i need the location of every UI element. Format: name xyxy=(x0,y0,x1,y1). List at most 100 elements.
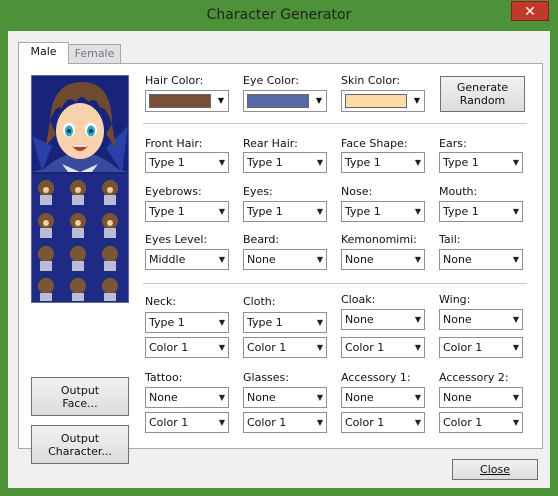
chevron-down-icon: ▼ xyxy=(512,418,519,427)
beard-label: Beard: xyxy=(243,233,280,246)
ears-label: Ears: xyxy=(439,137,467,150)
eyes-level-select[interactable]: Middle ▼ xyxy=(145,249,229,270)
chevron-down-icon: ▼ xyxy=(218,393,225,402)
tattoo-select[interactable]: None ▼ xyxy=(145,387,229,408)
accessory1-select[interactable]: None ▼ xyxy=(341,387,425,408)
skin-color-picker[interactable]: ▼ xyxy=(341,90,425,112)
skin-color-swatch xyxy=(345,94,407,108)
wing-select[interactable]: None ▼ xyxy=(439,309,523,330)
wing-color-select[interactable]: Color 1 ▼ xyxy=(439,337,523,358)
window-title: Character Generator xyxy=(206,7,352,23)
eyebrows-select[interactable]: Type 1 ▼ xyxy=(145,201,229,222)
eye-color-swatch xyxy=(247,94,309,108)
cloak-value: None xyxy=(345,313,374,326)
neck-label: Neck: xyxy=(145,295,177,308)
eyes-label: Eyes: xyxy=(243,185,273,198)
hair-color-picker[interactable]: ▼ xyxy=(145,90,229,112)
rear-hair-value: Type 1 xyxy=(247,156,283,169)
glasses-select[interactable]: None ▼ xyxy=(243,387,327,408)
glasses-color-select[interactable]: Color 1 ▼ xyxy=(243,412,327,433)
output-face-label-line1: Output xyxy=(60,383,100,397)
output-character-label-line1: Output xyxy=(60,431,100,445)
tattoo-label: Tattoo: xyxy=(145,371,183,384)
front-hair-label: Front Hair: xyxy=(145,137,203,150)
chevron-down-icon: ▼ xyxy=(218,318,225,327)
chevron-down-icon: ▼ xyxy=(218,418,225,427)
tail-label: Tail: xyxy=(439,233,461,246)
cloak-color-value: Color 1 xyxy=(345,341,385,354)
cloak-select[interactable]: None ▼ xyxy=(341,309,425,330)
eyebrows-value: Type 1 xyxy=(149,205,185,218)
rear-hair-select[interactable]: Type 1 ▼ xyxy=(243,152,327,173)
eyes-select[interactable]: Type 1 ▼ xyxy=(243,201,327,222)
beard-value: None xyxy=(247,253,276,266)
output-face-button[interactable]: Output Face... xyxy=(31,377,129,416)
tab-male[interactable]: Male xyxy=(18,42,69,64)
kemonomimi-label: Kemonomimi: xyxy=(341,233,417,246)
cloth-value: Type 1 xyxy=(247,316,283,329)
rear-hair-label: Rear Hair: xyxy=(243,137,298,150)
wing-value: None xyxy=(443,313,472,326)
eye-color-picker[interactable]: ▼ xyxy=(243,90,327,112)
front-hair-select[interactable]: Type 1 ▼ xyxy=(145,152,229,173)
tattoo-color-value: Color 1 xyxy=(149,416,189,429)
glasses-value: None xyxy=(247,391,276,404)
chevron-down-icon: ▼ xyxy=(316,318,323,327)
character-preview-image xyxy=(32,76,128,302)
output-character-button[interactable]: Output Character... xyxy=(31,425,129,464)
chevron-down-icon: ▼ xyxy=(512,343,519,352)
beard-select[interactable]: None ▼ xyxy=(243,249,327,270)
nose-select[interactable]: Type 1 ▼ xyxy=(341,201,425,222)
neck-color-value: Color 1 xyxy=(149,341,189,354)
generate-random-label-line2: Random xyxy=(459,94,506,107)
nose-value: Type 1 xyxy=(345,205,381,218)
front-hair-value: Type 1 xyxy=(149,156,185,169)
accessory2-color-value: Color 1 xyxy=(443,416,483,429)
tab-female[interactable]: Female xyxy=(68,44,121,63)
kemonomimi-select[interactable]: None ▼ xyxy=(341,249,425,270)
ears-select[interactable]: Type 1 ▼ xyxy=(439,152,523,173)
separator xyxy=(143,123,527,124)
generate-random-button[interactable]: Generate Random xyxy=(440,76,525,112)
neck-color-select[interactable]: Color 1 ▼ xyxy=(145,337,229,358)
cloth-select[interactable]: Type 1 ▼ xyxy=(243,312,327,333)
ears-value: Type 1 xyxy=(443,156,479,169)
close-button[interactable]: Close xyxy=(452,459,538,480)
nose-label: Nose: xyxy=(341,185,373,198)
chevron-down-icon: ▼ xyxy=(512,315,519,324)
face-shape-select[interactable]: Type 1 ▼ xyxy=(341,152,425,173)
accessory1-color-select[interactable]: Color 1 ▼ xyxy=(341,412,425,433)
mouth-select[interactable]: Type 1 ▼ xyxy=(439,201,523,222)
tail-select[interactable]: None ▼ xyxy=(439,249,523,270)
chevron-down-icon: ▼ xyxy=(414,207,421,216)
title-bar: Character Generator ✕ xyxy=(0,0,558,32)
accessory2-value: None xyxy=(443,391,472,404)
cloth-label: Cloth: xyxy=(243,295,276,308)
tattoo-color-select[interactable]: Color 1 ▼ xyxy=(145,412,229,433)
chevron-down-icon: ▼ xyxy=(218,255,225,264)
face-shape-value: Type 1 xyxy=(345,156,381,169)
generate-random-label-line1: Generate xyxy=(456,81,509,94)
accessory1-value: None xyxy=(345,391,374,404)
male-tab-panel: Output Face... Output Character... Hair … xyxy=(18,63,543,464)
glasses-label: Glasses: xyxy=(243,371,289,384)
wing-color-value: Color 1 xyxy=(443,341,483,354)
window-close-button[interactable]: ✕ xyxy=(511,1,549,21)
cloak-color-select[interactable]: Color 1 ▼ xyxy=(341,337,425,358)
chevron-down-icon: ▼ xyxy=(414,418,421,427)
eyebrows-label: Eyebrows: xyxy=(145,185,202,198)
chevron-down-icon: ▼ xyxy=(316,207,323,216)
chevron-down-icon: ▼ xyxy=(414,255,421,264)
chevron-down-icon: ▼ xyxy=(414,343,421,352)
output-character-label-line2: Character... xyxy=(48,444,112,458)
accessory2-select[interactable]: None ▼ xyxy=(439,387,523,408)
eye-color-label: Eye Color: xyxy=(243,74,299,87)
neck-select[interactable]: Type 1 ▼ xyxy=(145,312,229,333)
neck-value: Type 1 xyxy=(149,316,185,329)
accessory2-label: Accessory 2: xyxy=(439,371,509,384)
tail-value: None xyxy=(443,253,472,266)
chevron-down-icon: ▼ xyxy=(315,96,322,105)
accessory2-color-select[interactable]: Color 1 ▼ xyxy=(439,412,523,433)
separator xyxy=(143,283,527,284)
cloth-color-select[interactable]: Color 1 ▼ xyxy=(243,337,327,358)
